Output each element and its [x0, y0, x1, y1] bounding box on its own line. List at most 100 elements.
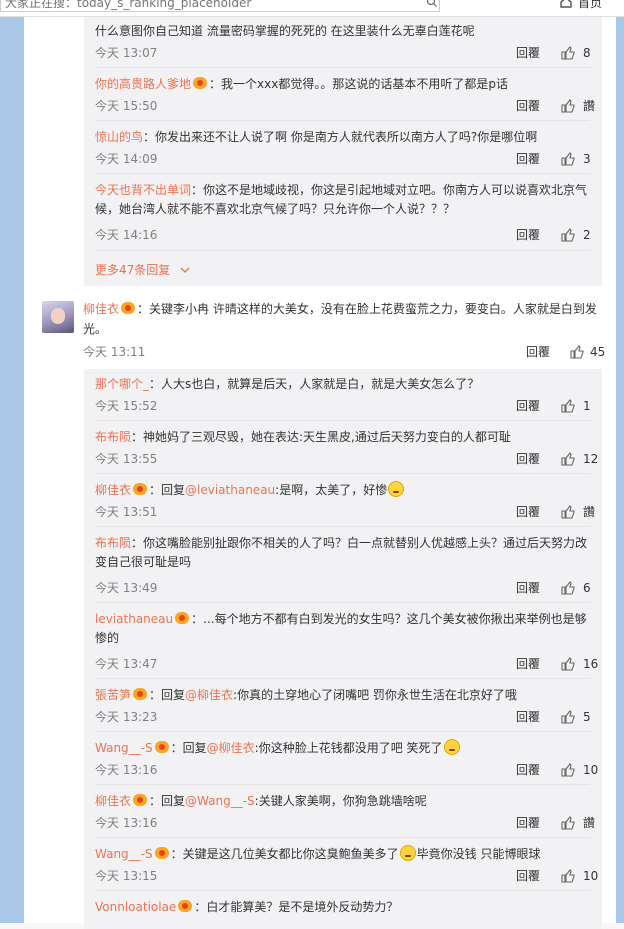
thumbs-up-icon[interactable] [561, 581, 575, 595]
reply-text: ：你发出来还不让人说了啊 你是南方人就代表所以南方人了吗?你是哪位啊 [143, 130, 538, 144]
thumbs-up-icon[interactable] [561, 710, 575, 724]
reply-button[interactable]: 回覆 [516, 44, 540, 62]
like-count: 10 [583, 869, 599, 883]
username-link[interactable]: 惊山的鸟 [95, 130, 143, 144]
reply-text: ：白才能算美？是不是境外反动势力？ [194, 900, 399, 914]
reply-button[interactable]: 回覆 [526, 343, 550, 361]
left-background-strip [0, 0, 24, 923]
reply-button[interactable]: 回覆 [516, 150, 540, 168]
reply-item: Wang__-S ：回复@柳佳衣:你这种脸上花钱都没用了吧 笑死了 [95, 739, 590, 758]
like-count: 讚 [583, 99, 596, 113]
reply-meta: 今天 13:16 回覆 10 [95, 761, 598, 779]
username-link[interactable]: 柳佳衣 [83, 302, 119, 316]
thumbs-up-icon[interactable] [561, 46, 575, 60]
like-count: 讚 [583, 505, 596, 519]
top-search-bar: 首页 [0, 0, 624, 17]
reply-button[interactable]: 回覆 [516, 397, 540, 415]
thumbs-up-icon[interactable] [561, 869, 575, 883]
reply-item: 布布陨：神她妈了三观尽毁，她在表达:天生黑皮,通过后天努力变白的人都可耻 [95, 428, 590, 447]
mention-link[interactable]: @Wang__-S [185, 794, 255, 808]
thumbs-up-icon[interactable] [561, 452, 575, 466]
username-link[interactable]: 那个哪个_ [95, 377, 149, 391]
vip-badge-icon [178, 900, 193, 912]
reply-item: 惊山的鸟：你发出来还不让人说了啊 你是南方人就代表所以南方人了吗?你是哪位啊 [95, 128, 590, 147]
reply-button[interactable]: 回覆 [516, 97, 540, 115]
reply-text: :你这种脸上花钱都没用了吧 笑死了 [254, 741, 443, 755]
reply-button[interactable]: 回覆 [516, 708, 540, 726]
username-link[interactable]: 柳佳衣 [95, 483, 131, 497]
thumbs-up-icon[interactable] [561, 657, 575, 671]
reply-item: 今天也背不出单词：你这不是地域歧视，你这是引起地域对立吧。你南方人可以说喜欢北京… [95, 181, 590, 219]
username-link[interactable]: Vonnloatiolae [95, 900, 176, 914]
thumbs-up-icon[interactable] [570, 345, 584, 359]
reply-time: 今天 15:50 [95, 99, 158, 113]
reply-text: ：人大s也白，就算是后天，人家就是白，就是大美女怎么了？ [149, 377, 480, 391]
reply-item: 柳佳衣 ：回复@Wang__-S:关键人家美啊，你狗急跳墙啥呢 [95, 792, 590, 811]
username-link[interactable]: 柳佳衣 [95, 794, 131, 808]
reply-button[interactable]: 回覆 [516, 814, 540, 832]
reply-item: 柳佳衣 ：回复@leviathaneau:是啊，太美了，好惨 [95, 481, 590, 500]
thumbs-up-icon[interactable] [561, 399, 575, 413]
avatar[interactable] [42, 301, 74, 333]
vip-badge-icon [133, 688, 148, 700]
mention-link[interactable]: @柳佳衣 [185, 688, 233, 702]
reply-meta: 今天 14:09 回覆 3 [95, 150, 591, 168]
username-link[interactable]: Wang__-S [95, 847, 153, 861]
username-link[interactable]: 張苦笋 [95, 688, 131, 702]
reply-text: ：我一个xxx都觉得。。那这说的话基本不用听了都是p话 [209, 77, 508, 91]
divider [95, 784, 590, 785]
vip-badge-icon [154, 847, 169, 859]
reply-meta: 今天 15:52 回覆 1 [95, 397, 591, 415]
vip-badge-icon [193, 77, 208, 89]
username-link[interactable]: leviathaneau [95, 612, 173, 626]
reply-meta: 今天 13:49 回覆 6 [95, 579, 591, 597]
reply-text-prefix: ：回复 [149, 688, 186, 702]
reply-button[interactable]: 回覆 [516, 761, 540, 779]
divider [95, 67, 590, 68]
reply-button[interactable]: 回覆 [516, 655, 540, 673]
username-link[interactable]: 布布陨 [95, 536, 131, 550]
reply-button[interactable]: 回覆 [516, 503, 540, 521]
reply-button[interactable]: 回覆 [516, 226, 540, 244]
reply-text-prefix: ：回复 [149, 794, 186, 808]
search-input[interactable] [0, 0, 440, 12]
reply-text-prefix: ：回复 [170, 741, 207, 755]
divider [95, 731, 590, 732]
reply-time: 今天 14:09 [95, 152, 158, 166]
thumbs-up-icon[interactable] [561, 763, 575, 777]
reply-item: leviathaneau ：...每个地方不都有白到发光的女生吗？这几个美女被你揪… [95, 610, 590, 648]
username-link[interactable]: 你的高贵路人爹地 [95, 77, 191, 91]
reply-meta: 今天 13:07 回覆 8 [95, 44, 591, 62]
divider [95, 173, 590, 174]
reply-button[interactable]: 回覆 [516, 450, 540, 468]
username-link[interactable]: Wang__-S [95, 741, 153, 755]
home-link[interactable]: 首页 [578, 0, 602, 11]
thumbs-up-icon[interactable] [561, 505, 575, 519]
thumbs-up-icon[interactable] [561, 228, 575, 242]
username-link[interactable]: 今天也背不出单词 [95, 183, 191, 197]
thumbs-up-icon[interactable] [561, 152, 575, 166]
reply-time: 今天 13:51 [95, 505, 158, 519]
thumbs-up-icon[interactable] [561, 816, 575, 830]
mention-link[interactable]: @柳佳衣 [207, 741, 255, 755]
more-replies-label: 更多47条回复 [95, 263, 171, 277]
reply-meta: 今天 13:47 回覆 16 [95, 655, 598, 673]
reply-button[interactable]: 回覆 [516, 579, 540, 597]
emoji-icon [399, 845, 416, 861]
username-link[interactable]: 布布陨 [95, 430, 131, 444]
divider [95, 120, 590, 121]
divider [95, 602, 590, 603]
chevron-down-icon [180, 267, 190, 273]
emoji-icon [388, 481, 405, 497]
reply-text: :关键人家美啊，你狗急跳墙啥呢 [254, 794, 427, 808]
like-count: 10 [583, 763, 599, 777]
comment-text: ：关键李小冉 许晴这样的大美女，没有在脸上花费蛮荒之力，要变白。人家就是白到发光… [83, 302, 597, 336]
comment-meta: 今天 13:11 回覆 45 [83, 343, 605, 361]
mention-link[interactable]: @leviathaneau [185, 483, 275, 497]
reply-time: 今天 13:15 [95, 869, 158, 883]
more-replies-link[interactable]: 更多47条回复 [95, 261, 190, 278]
search-icon[interactable] [426, 0, 438, 8]
thumbs-up-icon[interactable] [561, 99, 575, 113]
home-icon[interactable] [560, 0, 572, 8]
reply-button[interactable]: 回覆 [516, 867, 540, 885]
